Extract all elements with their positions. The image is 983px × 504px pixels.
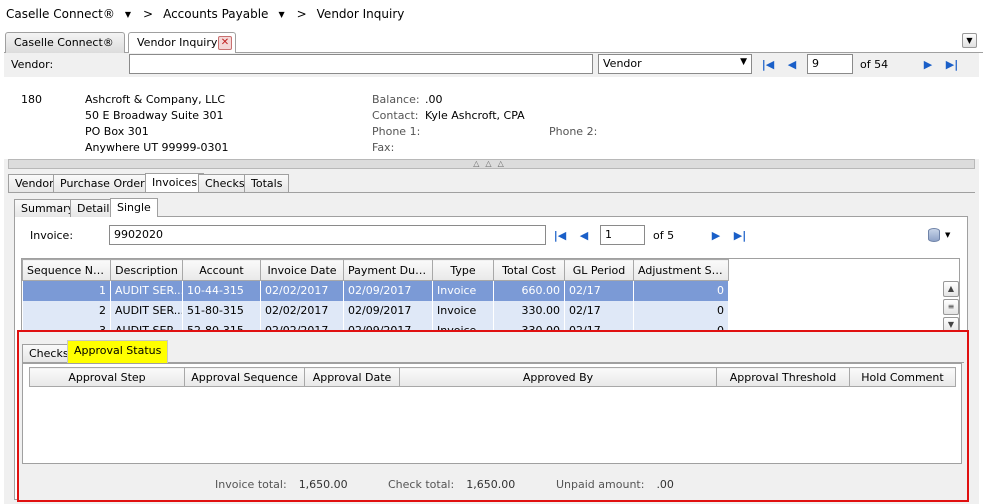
cell-invoice-date: 02/02/2017	[260, 280, 344, 301]
balance-value: .00	[425, 93, 443, 106]
sub-tab-bar: Summary Detail Single	[14, 198, 968, 217]
vendor-city: Anywhere UT 99999-0301	[85, 141, 229, 154]
chevron-down-icon: ▼	[945, 231, 951, 239]
table-row[interactable]: 1 AUDIT SER... 10-44-315 02/02/2017 02/0…	[22, 280, 729, 301]
layout-options-button[interactable]: ▼	[928, 227, 958, 243]
tab-single[interactable]: Single	[110, 198, 158, 217]
record-count: of 54	[860, 58, 889, 71]
grid-scrollbar[interactable]: ▲ ≡ ▼	[943, 281, 959, 333]
chevron-down-icon: ▼	[740, 57, 747, 67]
scroll-up-icon[interactable]: ▲	[943, 281, 959, 297]
cell-invoice-date: 02/02/2017	[260, 300, 344, 321]
vendor-address-line1: 50 E Broadway Suite 301	[85, 109, 224, 122]
previous-record-icon[interactable]: ◀	[784, 55, 800, 73]
column-payment-due[interactable]: Payment Due ...	[343, 259, 433, 281]
cell-account: 10-44-315	[182, 280, 261, 301]
column-gl-period[interactable]: GL Period	[564, 259, 634, 281]
fax-label: Fax:	[372, 141, 395, 154]
vendor-label: Vendor:	[11, 58, 54, 71]
cell-gl-period: 02/17	[564, 280, 634, 301]
vendor-id: 180	[21, 93, 42, 106]
column-type[interactable]: Type	[432, 259, 494, 281]
dropdown-arrow-icon[interactable]: ▼	[278, 10, 284, 19]
vendor-address-line2: PO Box 301	[85, 125, 149, 138]
breadcrumb-page: Vendor Inquiry	[316, 7, 405, 21]
tab-label: Vendor Inquiry	[137, 36, 218, 49]
cell-adjustment-sequence: 0	[633, 300, 729, 321]
table-row[interactable]: 2 AUDIT SER... 51-80-315 02/02/2017 02/0…	[22, 300, 729, 321]
first-record-icon[interactable]: |◀	[552, 226, 568, 244]
column-invoice-date[interactable]: Invoice Date	[260, 259, 344, 281]
cell-adjustment-sequence: 0	[633, 280, 729, 301]
cell-account: 51-80-315	[182, 300, 261, 321]
phone1-label: Phone 1:	[372, 125, 421, 138]
cell-description: AUDIT SER...	[110, 280, 183, 301]
scroll-grip-icon[interactable]: ≡	[943, 299, 959, 315]
column-adjustment-sequence[interactable]: Adjustment Se...	[633, 259, 729, 281]
column-description[interactable]: Description	[110, 259, 183, 281]
last-record-icon[interactable]: ▶|	[944, 55, 960, 73]
column-sequence-number[interactable]: Sequence Nu...	[22, 259, 111, 281]
invoice-label: Invoice:	[30, 229, 74, 242]
annotation-highlight-box	[17, 330, 969, 502]
invoice-input[interactable]: 9902020	[109, 225, 546, 245]
main-tab-bar: Vendor Purchase Orders Invoices Checks T…	[8, 173, 975, 193]
contact-label: Contact:	[372, 109, 419, 122]
vendor-search-input[interactable]	[129, 54, 593, 74]
breadcrumb-separator-icon: >	[296, 7, 307, 21]
cell-type: Invoice	[432, 280, 494, 301]
breadcrumb-module[interactable]: Accounts Payable	[163, 7, 268, 21]
vendor-name: Ashcroft & Company, LLC	[85, 93, 226, 106]
column-account[interactable]: Account	[182, 259, 261, 281]
database-icon	[928, 228, 940, 242]
previous-record-icon[interactable]: ◀	[576, 226, 592, 244]
invoice-record-input[interactable]: 1	[600, 225, 645, 245]
cell-gl-period: 02/17	[564, 300, 634, 321]
splitter-grip-icon[interactable]: △△△	[8, 159, 975, 169]
window-tab-strip: Caselle Connect® Vendor Inquiry ✕	[4, 31, 983, 54]
cell-type: Invoice	[432, 300, 494, 321]
next-record-icon[interactable]: ▶	[708, 226, 724, 244]
tab-caselle-connect[interactable]: Caselle Connect®	[5, 32, 125, 53]
cell-sequence: 1	[22, 280, 111, 301]
vendor-lookup-value: Vendor	[603, 57, 642, 70]
vendor-lookup-select[interactable]: Vendor ▼	[598, 54, 752, 74]
close-icon[interactable]: ✕	[218, 36, 232, 50]
invoice-grid: Sequence Nu... Description Account Invoi…	[21, 258, 960, 334]
tab-totals[interactable]: Totals	[244, 174, 290, 192]
grid-header-row: Sequence Nu... Description Account Invoi…	[22, 259, 729, 281]
tab-invoices[interactable]: Invoices	[145, 173, 205, 192]
cell-sequence: 2	[22, 300, 111, 321]
dropdown-arrow-icon[interactable]: ▼	[125, 10, 131, 19]
breadcrumb: Caselle Connect® ▼ > Accounts Payable ▼ …	[6, 7, 414, 21]
balance-label: Balance:	[372, 93, 420, 106]
record-number-input[interactable]: 9	[807, 54, 853, 74]
tab-label: Caselle Connect®	[14, 36, 114, 49]
tab-vendor-inquiry[interactable]: Vendor Inquiry ✕	[128, 32, 236, 54]
next-record-icon[interactable]: ▶	[920, 55, 936, 73]
first-record-icon[interactable]: |◀	[760, 55, 776, 73]
breadcrumb-root[interactable]: Caselle Connect®	[6, 7, 115, 21]
tab-purchase-orders[interactable]: Purchase Orders	[53, 174, 158, 192]
cell-total-cost: 660.00	[493, 280, 565, 301]
contact-value: Kyle Ashcroft, CPA	[425, 109, 525, 122]
invoice-record-count: of 5	[653, 229, 675, 242]
last-record-icon[interactable]: ▶|	[732, 226, 748, 244]
tab-menu-icon[interactable]: ▼	[962, 33, 977, 48]
phone2-label: Phone 2:	[549, 125, 598, 138]
cell-payment-due: 02/09/2017	[343, 280, 433, 301]
cell-total-cost: 330.00	[493, 300, 565, 321]
cell-payment-due: 02/09/2017	[343, 300, 433, 321]
column-total-cost[interactable]: Total Cost	[493, 259, 565, 281]
cell-description: AUDIT SER...	[110, 300, 183, 321]
breadcrumb-separator-icon: >	[143, 7, 154, 21]
